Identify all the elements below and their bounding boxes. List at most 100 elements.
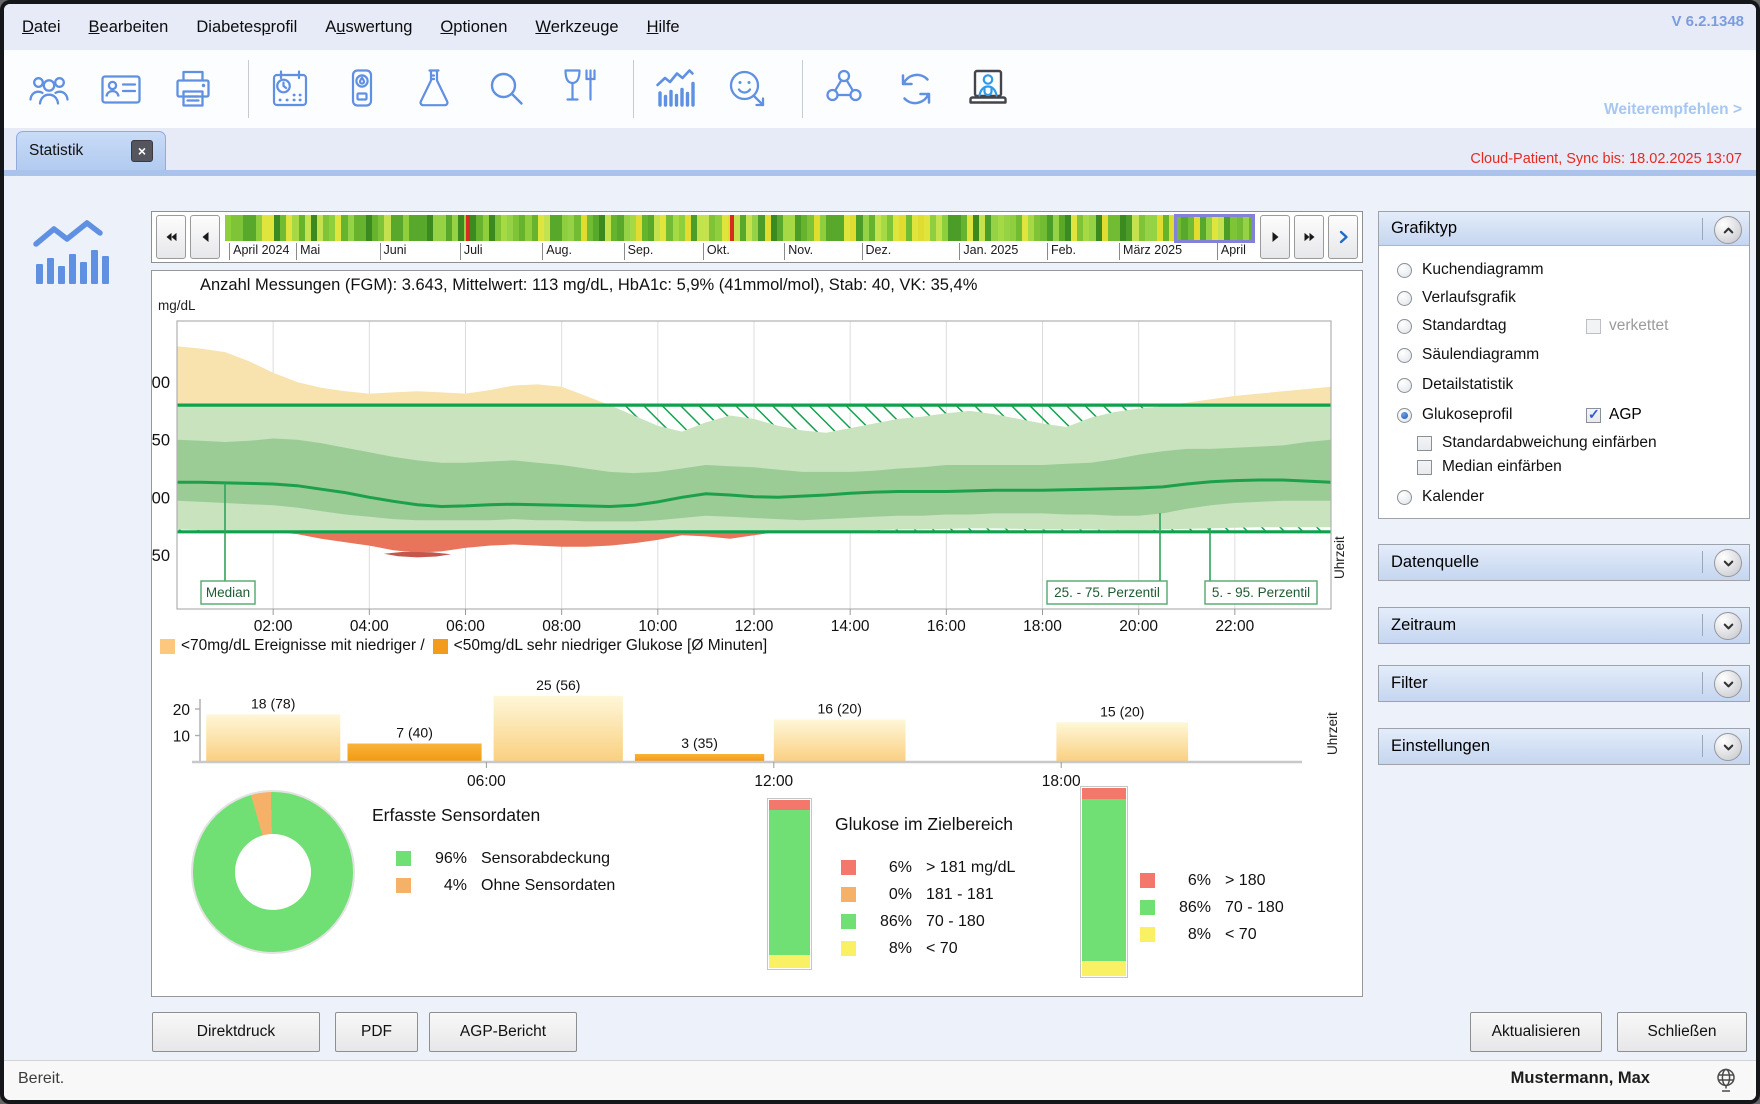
- legend-percent: 6%: [866, 859, 912, 877]
- tab-close-icon[interactable]: ×: [131, 140, 153, 162]
- legend-range: < 70: [1225, 926, 1257, 944]
- checkbox-standardabweichung-einf-rben[interactable]: Standardabweichung einfärben: [1417, 433, 1657, 453]
- timeline-month-label: Mai: [296, 243, 320, 260]
- svg-text:06:00: 06:00: [446, 618, 485, 635]
- checkbox-control[interactable]: [1586, 408, 1601, 423]
- radio-detailstatistik[interactable]: Detailstatistik: [1397, 375, 1513, 395]
- option-label: Kalender: [1422, 488, 1484, 506]
- menu-item-bearbeiten[interactable]: Bearbeiten: [89, 18, 169, 37]
- svg-text:18:00: 18:00: [1023, 618, 1062, 635]
- search-icon[interactable]: [483, 66, 529, 112]
- legend-range: 181 - 181: [926, 886, 994, 904]
- promo-link[interactable]: Weiterempfehlen >: [1604, 101, 1742, 119]
- smiley-share-icon[interactable]: [724, 66, 770, 112]
- checkbox-verkettet[interactable]: verkettet: [1586, 316, 1668, 336]
- tir-stacked-bar-1: [767, 798, 812, 970]
- schlie-en-button[interactable]: Schließen: [1617, 1012, 1747, 1052]
- checkbox-median-einf-rben[interactable]: Median einfärben: [1417, 457, 1562, 477]
- lab-flask-icon[interactable]: [411, 66, 457, 112]
- low-events-legend: <70mg/dL Ereignisse mit niedriger /<50mg…: [160, 637, 775, 655]
- radio-control[interactable]: [1397, 348, 1412, 363]
- id-card-icon[interactable]: [98, 66, 144, 112]
- datenquelle-panel-header[interactable]: Datenquelle: [1379, 545, 1749, 580]
- collapse-icon[interactable]: [1714, 216, 1742, 244]
- radio-kalender[interactable]: Kalender: [1397, 487, 1484, 507]
- timeline-month-label: April 2024: [229, 243, 289, 260]
- telehealth-icon[interactable]: [965, 66, 1011, 112]
- statistics-icon[interactable]: [652, 66, 698, 112]
- radio-s-ulendiagramm[interactable]: Säulendiagramm: [1397, 345, 1539, 365]
- toolbar-separator: [248, 60, 249, 118]
- radio-control[interactable]: [1397, 319, 1412, 334]
- menu-item-diabetesprofil[interactable]: Diabetesprofil: [196, 18, 297, 37]
- timeline-month-label: Dez.: [862, 243, 892, 260]
- app-version: V 6.2.1348: [1671, 13, 1744, 30]
- svg-text:200: 200: [152, 374, 170, 392]
- tir-legend-row: 8%< 70: [1140, 921, 1284, 948]
- radio-control[interactable]: [1397, 263, 1412, 278]
- radio-control[interactable]: [1397, 378, 1412, 393]
- low-legend-item: <70mg/dL Ereignisse mit niedriger /: [160, 637, 425, 655]
- direktdruck-button[interactable]: Direktdruck: [152, 1012, 320, 1052]
- share-icon[interactable]: [821, 66, 867, 112]
- radio-verlaufsgrafik[interactable]: Verlaufsgrafik: [1397, 288, 1516, 308]
- glucose-meter-icon[interactable]: [339, 66, 385, 112]
- timeline-next-button[interactable]: [1328, 215, 1358, 259]
- legend-label: Ohne Sensordaten: [481, 877, 615, 895]
- legend-percent: 4%: [421, 877, 467, 895]
- tir-legend-2: 6%> 18086%70 - 1808%< 70: [1140, 867, 1284, 948]
- option-label: verkettet: [1609, 317, 1668, 335]
- radio-control[interactable]: [1397, 408, 1412, 423]
- timeline-selection[interactable]: [1174, 214, 1255, 243]
- svg-text:04:00: 04:00: [350, 618, 389, 635]
- checkbox-control[interactable]: [1417, 436, 1432, 451]
- expand-icon[interactable]: [1714, 549, 1742, 577]
- timeline-month-label: Juli: [460, 243, 483, 260]
- tab-label: Statistik: [29, 142, 83, 160]
- menu-item-auswertung[interactable]: Auswertung: [325, 18, 412, 37]
- timeline-forward-button[interactable]: [1260, 215, 1290, 259]
- checkbox-control[interactable]: [1586, 319, 1601, 334]
- timeline-fast-forward-button[interactable]: [1294, 215, 1324, 259]
- globe-icon[interactable]: [1712, 1066, 1740, 1094]
- radio-standardtag[interactable]: Standardtag: [1397, 316, 1506, 336]
- timeline-strip[interactable]: April 2024MaiJuniJuliAug.Sep.Okt.Nov.Dez…: [225, 214, 1255, 260]
- sensor-legend-row: 4% Ohne Sensordaten: [396, 872, 615, 899]
- timeline-fast-back-button[interactable]: [156, 215, 186, 259]
- radio-kuchendiagramm[interactable]: Kuchendiagramm: [1397, 260, 1543, 280]
- timeline-month-label: März 2025: [1119, 243, 1182, 260]
- patients-icon[interactable]: [26, 66, 72, 112]
- filter-panel-header[interactable]: Filter: [1379, 666, 1749, 701]
- legend-range: 70 - 180: [926, 913, 985, 931]
- checkbox-control[interactable]: [1417, 460, 1432, 475]
- timeline-back-button[interactable]: [190, 215, 220, 259]
- menu-item-hilfe[interactable]: Hilfe: [647, 18, 680, 37]
- calendar-icon[interactable]: [267, 66, 313, 112]
- expand-icon[interactable]: [1714, 670, 1742, 698]
- statistics-sidebar-icon[interactable]: [28, 212, 112, 288]
- expand-icon[interactable]: [1714, 612, 1742, 640]
- menu-item-datei[interactable]: Datei: [22, 18, 61, 37]
- svg-text:20:00: 20:00: [1119, 618, 1158, 635]
- menu-item-werkzeuge[interactable]: Werkzeuge: [535, 18, 618, 37]
- tab-statistik[interactable]: Statistik ×: [16, 131, 166, 170]
- legend-percent: 96%: [421, 850, 467, 868]
- expand-icon[interactable]: [1714, 733, 1742, 761]
- agp-bericht-button[interactable]: AGP-Bericht: [429, 1012, 577, 1052]
- printer-icon[interactable]: [170, 66, 216, 112]
- checkbox-agp[interactable]: AGP: [1586, 405, 1642, 425]
- panel-title: Datenquelle: [1391, 553, 1479, 572]
- timeline-red-mark: [730, 215, 734, 241]
- menu-item-optionen[interactable]: Optionen: [440, 18, 507, 37]
- nutrition-icon[interactable]: [555, 66, 601, 112]
- radio-glukoseprofil[interactable]: Glukoseprofil: [1397, 405, 1512, 425]
- legend-swatch: [160, 639, 175, 654]
- aktualisieren-button[interactable]: Aktualisieren: [1470, 1012, 1602, 1052]
- pdf-button[interactable]: PDF: [335, 1012, 418, 1052]
- zeitraum-panel-header[interactable]: Zeitraum: [1379, 608, 1749, 643]
- einstellungen-panel-header[interactable]: Einstellungen: [1379, 729, 1749, 764]
- radio-control[interactable]: [1397, 291, 1412, 306]
- radio-control[interactable]: [1397, 490, 1412, 505]
- sync-icon[interactable]: [893, 66, 939, 112]
- graphtype-panel-header[interactable]: Grafiktyp: [1379, 212, 1749, 246]
